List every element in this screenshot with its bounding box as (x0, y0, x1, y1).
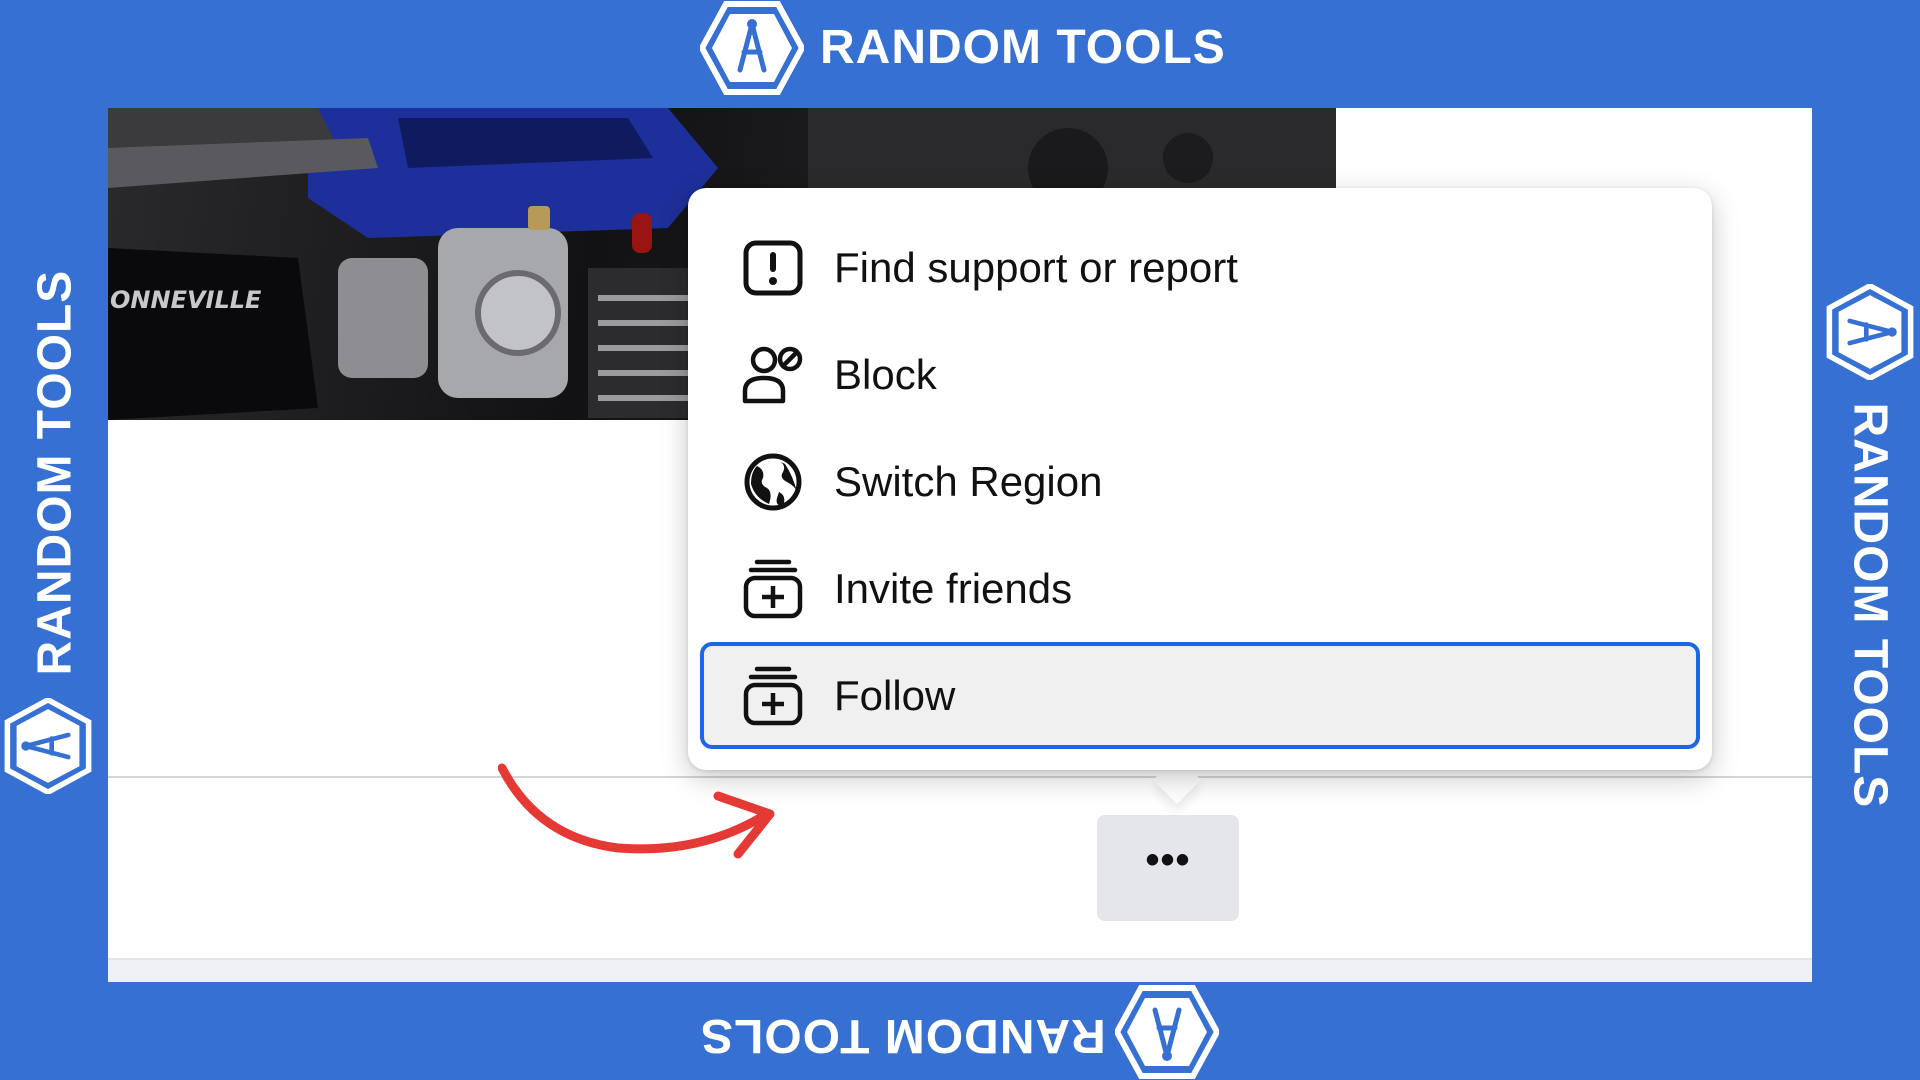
section-divider (108, 776, 1812, 778)
more-dots-icon: ••• (1145, 838, 1191, 882)
follow-icon (740, 663, 806, 729)
more-options-button[interactable]: ••• (1097, 815, 1239, 921)
block-user-icon (740, 342, 806, 408)
brand-title-top: RANDOM TOOLS (820, 21, 1226, 74)
page-screenshot: ONNEVILLE ••• Find support or report Blo… (108, 108, 1812, 982)
cover-overlay-text: ONNEVILLE (110, 286, 262, 314)
menu-item-block[interactable]: Block (700, 321, 1700, 428)
brand-title-bottom: RANDOM TOOLS (700, 1009, 1106, 1062)
invite-icon (740, 556, 806, 622)
menu-item-switch-region[interactable]: Switch Region (700, 428, 1700, 535)
menu-item-label: Block (834, 350, 937, 398)
menu-item-label: Follow (834, 671, 956, 719)
pointer-arrow-icon (498, 763, 775, 859)
brand-logo-top-icon (700, 1, 804, 95)
report-icon (740, 235, 806, 301)
menu-item-find-support[interactable]: Find support or report (700, 214, 1700, 321)
menu-item-follow[interactable]: Follow (700, 642, 1700, 749)
menu-item-label: Find support or report (834, 243, 1238, 291)
brand-logo-bottom-icon (1115, 985, 1219, 1079)
globe-icon (740, 449, 806, 515)
brand-title-right: RANDOM TOOLS (1843, 402, 1897, 809)
menu-item-invite-friends[interactable]: Invite friends (700, 535, 1700, 642)
page-footer-strip (108, 958, 1812, 982)
menu-item-label: Switch Region (834, 457, 1103, 505)
brand-logo-right-icon (1826, 284, 1914, 380)
menu-item-label: Invite friends (834, 564, 1073, 612)
brand-title-left: RANDOM TOOLS (28, 269, 82, 676)
brand-logo-left-icon (4, 698, 92, 794)
options-dropdown-menu: Find support or report Block Switch Regi… (688, 188, 1712, 770)
